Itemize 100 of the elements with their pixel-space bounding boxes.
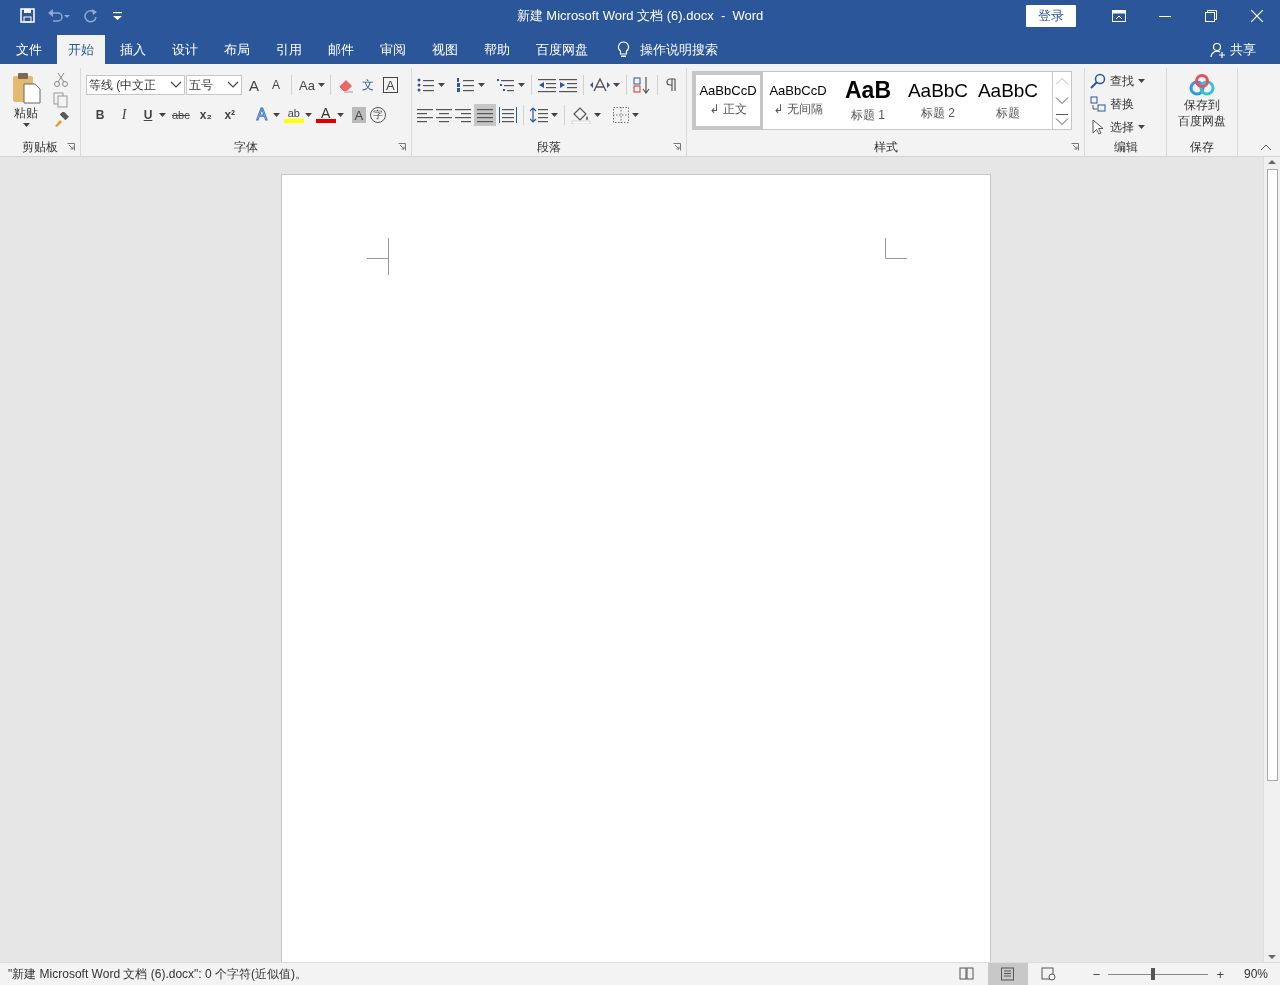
close-icon[interactable] (1251, 9, 1263, 22)
style-option[interactable]: AaB 标题 1 (833, 72, 903, 129)
phonetic-guide-button[interactable]: 文 (358, 74, 378, 96)
decrease-indent-icon[interactable] (538, 77, 556, 93)
caret-icon[interactable] (336, 113, 344, 117)
zoom-percent[interactable]: 90% (1243, 967, 1268, 981)
shrink-font-button[interactable]: A (266, 74, 286, 96)
bold-button[interactable]: B (90, 104, 110, 126)
ribbon-tab[interactable]: 百度网盘 (525, 35, 599, 64)
subscript-button[interactable]: x₂ (195, 104, 216, 126)
font-name-dropdown[interactable]: 等线 (中文正 (86, 75, 185, 95)
scrollbar-thumb[interactable] (1266, 169, 1278, 781)
dialog-launcher-icon[interactable] (67, 143, 75, 151)
shading-bucket-icon[interactable] (571, 106, 591, 124)
save-icon[interactable] (20, 8, 35, 23)
borders-icon[interactable] (613, 107, 629, 123)
tell-me-search[interactable]: 操作说明搜索 (640, 40, 718, 59)
caret-icon[interactable] (304, 113, 312, 117)
align-right-icon[interactable] (455, 107, 471, 123)
align-center-icon[interactable] (436, 107, 452, 123)
ribbon-tab[interactable]: 设计 (161, 35, 209, 64)
web-page-icon (1041, 967, 1057, 981)
font-size-dropdown[interactable]: 五号 (186, 75, 242, 95)
ribbon-tab[interactable]: 开始 (57, 35, 105, 64)
strikethrough-button[interactable]: abc (170, 104, 192, 126)
paragraph-mark-icon[interactable] (664, 77, 678, 93)
dialog-launcher-icon[interactable] (398, 143, 406, 151)
caret-icon[interactable] (159, 113, 166, 117)
ribbon-tab[interactable]: 布局 (213, 35, 261, 64)
distributed-icon[interactable] (499, 107, 517, 123)
caret-icon[interactable] (632, 113, 639, 117)
italic-button[interactable]: I (114, 104, 134, 126)
highlight-button[interactable]: ab (283, 107, 304, 123)
undo-icon[interactable] (47, 8, 71, 23)
cursor-arrow-icon (1090, 119, 1106, 135)
caret-icon[interactable] (613, 83, 620, 87)
grow-font-button[interactable]: A (244, 74, 264, 96)
scissors-icon[interactable] (53, 72, 69, 88)
caret-icon[interactable] (22, 123, 30, 127)
paintbrush-icon[interactable] (53, 112, 69, 128)
font-color-button[interactable]: A (315, 107, 336, 123)
caret-icon[interactable] (1138, 125, 1145, 129)
style-option[interactable]: AaBbCcD ↲ 无间隔 (763, 72, 833, 129)
ribbon-tab[interactable]: 插入 (109, 35, 157, 64)
text-direction-icon[interactable] (590, 77, 610, 93)
justify-button[interactable] (474, 104, 496, 126)
caret-icon[interactable] (518, 83, 525, 87)
group-label: 字体 (234, 138, 258, 156)
redo-icon[interactable] (83, 8, 98, 23)
window-title: 新建 Microsoft Word 文档 (6).docx - Word (516, 7, 764, 25)
select-button[interactable]: 选择 (1090, 116, 1145, 138)
change-case-button[interactable]: Aa (297, 74, 317, 96)
character-border-button[interactable]: A (383, 77, 398, 93)
numbering-icon[interactable] (457, 77, 475, 93)
caret-icon[interactable] (438, 83, 445, 87)
scroll-down-arrow-icon[interactable] (1267, 952, 1277, 962)
ribbon-display-icon[interactable] (1112, 9, 1126, 22)
find-button[interactable]: 查找 (1090, 70, 1145, 92)
caret-icon[interactable] (478, 83, 485, 87)
ribbon-tab[interactable]: 审阅 (369, 35, 417, 64)
replace-button[interactable]: 替换 (1090, 93, 1145, 115)
character-shading-button[interactable]: A (351, 107, 366, 123)
user-plus-icon[interactable] (1210, 41, 1226, 58)
page-icon (1000, 967, 1016, 981)
paste-button[interactable]: 粘贴 (5, 68, 47, 138)
sort-icon[interactable] (633, 76, 651, 94)
caret-icon[interactable] (594, 113, 601, 117)
zoom-in-button[interactable]: + (1210, 966, 1230, 982)
style-option[interactable]: AaBbCcD ↲ 正文 (693, 72, 763, 129)
caret-icon[interactable] (318, 83, 325, 87)
zoom-slider-thumb[interactable] (1151, 968, 1156, 980)
collapse-ribbon-icon[interactable] (1260, 143, 1272, 151)
print-layout-button[interactable] (987, 963, 1028, 985)
sign-in-button[interactable]: 登录 (1026, 4, 1076, 27)
bullets-icon[interactable] (417, 77, 435, 93)
restore-icon[interactable] (1205, 9, 1217, 22)
save-to-cloud-button[interactable]: 保存到 百度网盘 (1178, 68, 1226, 138)
align-left-icon[interactable] (417, 107, 433, 123)
style-option[interactable]: AaBbC 标题 2 (903, 72, 973, 129)
ribbon-tab[interactable]: 引用 (265, 35, 313, 64)
share-button[interactable]: 共享 (1230, 40, 1256, 59)
superscript-button[interactable]: x² (219, 104, 240, 126)
zoom-out-button[interactable]: − (1086, 966, 1107, 982)
dialog-launcher-icon[interactable] (673, 143, 681, 151)
dialog-launcher-icon[interactable] (1071, 143, 1079, 151)
lightbulb-icon[interactable] (617, 41, 630, 58)
ribbon-tab[interactable]: 文件 (5, 35, 53, 64)
style-option[interactable]: AaBbC 标题 (973, 72, 1043, 129)
increase-indent-icon[interactable] (559, 77, 577, 93)
caret-icon[interactable] (1138, 79, 1145, 83)
underline-button[interactable]: U (138, 104, 158, 126)
ribbon-tab[interactable]: 视图 (421, 35, 469, 64)
cloud-rings-icon (1188, 74, 1216, 96)
line-spacing-icon[interactable] (530, 107, 548, 123)
caret-icon[interactable] (551, 113, 558, 117)
scroll-up-arrow-icon[interactable] (1267, 157, 1277, 167)
multilevel-list-icon[interactable] (497, 77, 515, 93)
caret-icon[interactable] (272, 113, 280, 117)
ribbon-tab[interactable]: 邮件 (317, 35, 365, 64)
ribbon-tab[interactable]: 帮助 (473, 35, 521, 64)
